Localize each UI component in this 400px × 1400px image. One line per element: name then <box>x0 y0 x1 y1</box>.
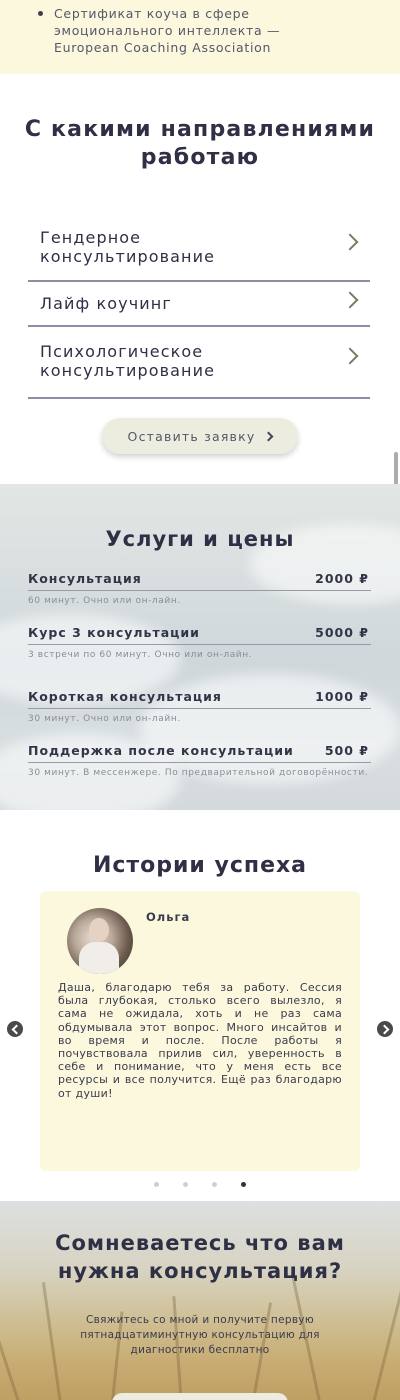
bullet-icon <box>38 11 43 16</box>
service-description: 60 минут. Очно или он-лайн. <box>28 596 181 606</box>
service-price: 2000 ₽ <box>315 571 369 586</box>
chevron-right-icon <box>341 347 359 365</box>
consultation-cta-section: Сомневаетесь что вам нужна консультация?… <box>0 1201 400 1400</box>
avatar-body <box>79 942 119 974</box>
certificate-text: Сертификат коуча в сфере эмоционального … <box>54 6 281 55</box>
leave-request-button[interactable]: Оставить заявку <box>102 418 298 454</box>
direction-label: Психологическое консультирование <box>40 342 216 380</box>
service-item: Короткая консультация 1000 ₽ 30 минут. О… <box>28 689 371 725</box>
chevron-right-icon <box>264 431 274 441</box>
service-price: 500 ₽ <box>324 743 369 758</box>
stories-title: Истории успеха <box>92 853 308 878</box>
carousel-next-icon[interactable] <box>377 1021 393 1037</box>
service-name: Курс 3 консультации <box>28 625 200 640</box>
service-name: Поддержка после консультации <box>28 743 294 758</box>
service-description: 30 минут. В мессенжере. По предварительн… <box>28 768 369 778</box>
certificate-block: Сертификат коуча в сфере эмоционального … <box>0 0 400 74</box>
service-price: 5000 ₽ <box>315 625 369 640</box>
carousel-dots <box>154 1182 254 1190</box>
service-name: Консультация <box>28 571 142 586</box>
carousel-dot[interactable] <box>212 1182 217 1187</box>
carousel-prev-icon[interactable] <box>7 1021 23 1037</box>
chevron-right-icon <box>341 233 359 251</box>
cta-title: Сомневаетесь что вам нужна консультация? <box>55 1231 345 1283</box>
directions-list: Гендерное консультирование Лайф коучинг … <box>28 218 370 399</box>
cta-button[interactable] <box>112 1393 288 1400</box>
direction-item-psychological[interactable]: Психологическое консультирование <box>28 327 370 399</box>
service-item: Курс 3 консультации 5000 ₽ 3 встречи по … <box>28 625 371 661</box>
direction-label: Гендерное консультирование <box>40 228 216 266</box>
service-description: 30 минут. Очно или он-лайн. <box>28 714 181 724</box>
service-item: Консультация 2000 ₽ 60 минут. Очно или о… <box>28 571 371 607</box>
direction-label: Лайф коучинг <box>40 294 172 313</box>
services-title: Услуги и цены <box>105 527 295 551</box>
leave-request-label: Оставить заявку <box>127 428 256 444</box>
directions-title: С какими направлениями работаю <box>24 117 376 170</box>
service-description: 3 встречи по 60 минут. Очно или он-лайн. <box>28 650 253 660</box>
services-section: Услуги и цены Консультация 2000 ₽ 60 мин… <box>0 484 400 810</box>
carousel-dot[interactable] <box>183 1182 188 1187</box>
testimonial-card: Ольга Даша, благодарю тебя за работу. Се… <box>40 891 360 1171</box>
testimonial-author: Ольга <box>146 910 191 924</box>
service-item: Поддержка после консультации 500 ₽ 30 ми… <box>28 743 371 779</box>
avatar <box>67 908 133 974</box>
service-price: 1000 ₽ <box>315 689 369 704</box>
avatar-face <box>89 918 109 942</box>
direction-item-gender[interactable]: Гендерное консультирование <box>28 218 370 282</box>
testimonial-text: Даша, благодарю тебя за работу. Сессия б… <box>58 981 342 1100</box>
direction-item-life-coaching[interactable]: Лайф коучинг <box>28 282 370 327</box>
chevron-right-icon <box>341 291 359 308</box>
carousel-dot-active[interactable] <box>241 1182 246 1187</box>
service-name: Короткая консультация <box>28 689 222 704</box>
carousel-dot[interactable] <box>154 1182 159 1187</box>
cta-subtitle: Свяжитесь со мной и получите первую пятн… <box>80 1314 320 1356</box>
